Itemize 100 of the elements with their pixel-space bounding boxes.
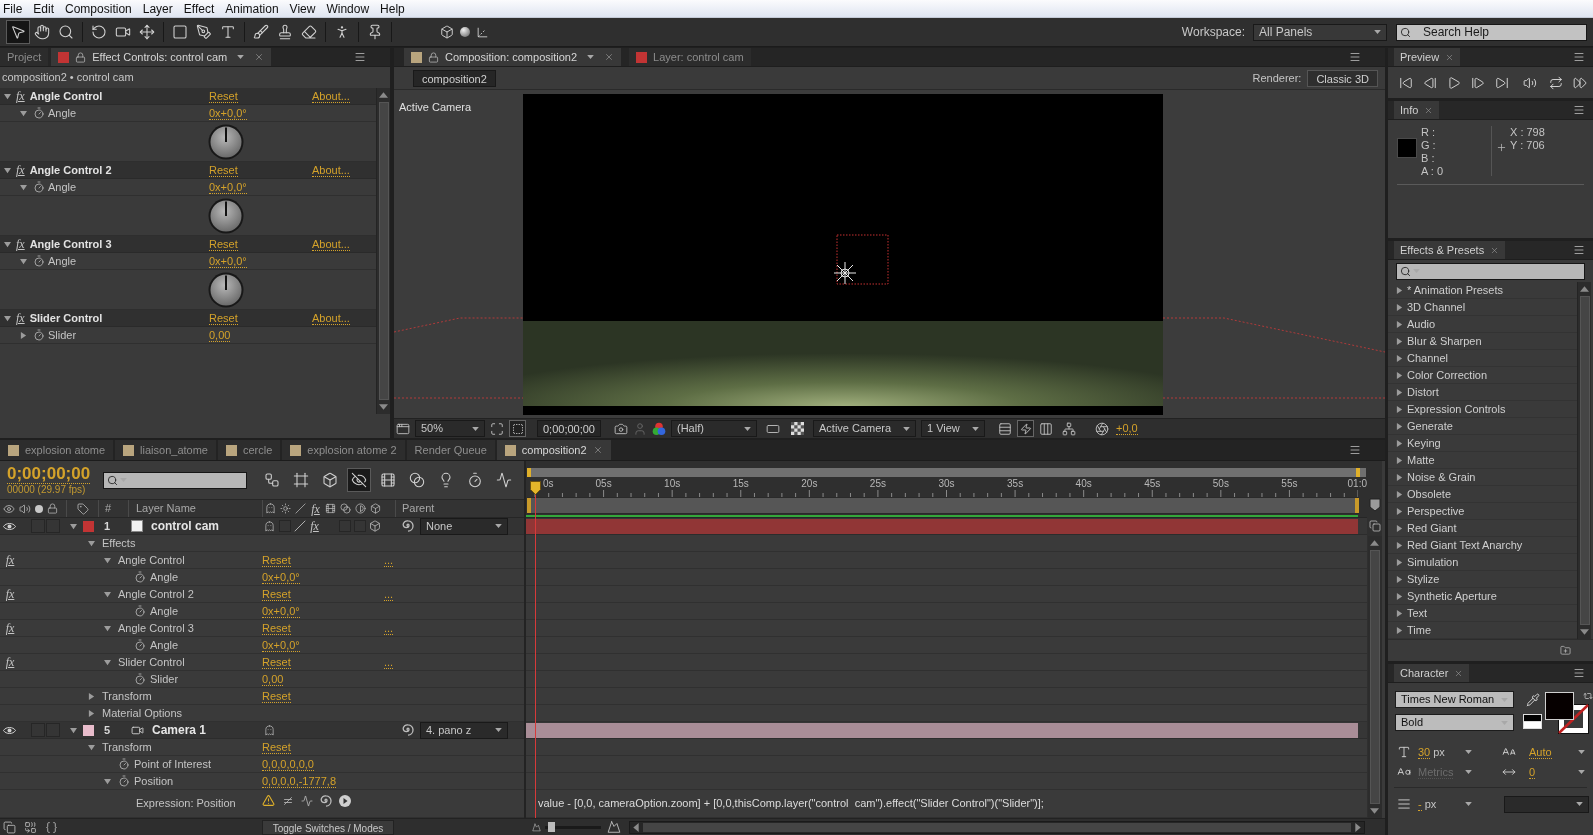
composition-tab[interactable]: cercle	[218, 440, 281, 460]
disclosure-triangle-icon[interactable]	[88, 743, 95, 751]
property-value[interactable]: 0x+0,0°	[262, 604, 300, 618]
stopwatch-icon[interactable]	[33, 181, 45, 193]
panel-menu-icon[interactable]	[1573, 104, 1585, 116]
reset-link[interactable]: Reset	[209, 311, 238, 325]
panel-tab[interactable]: Layer: control cam	[629, 48, 751, 66]
resolution-dropdown[interactable]: (Half)	[671, 420, 757, 437]
small-mountain-icon[interactable]	[532, 822, 541, 832]
reset-link[interactable]: Reset	[209, 163, 238, 177]
angle-dial[interactable]	[208, 271, 244, 308]
layer-search-field[interactable]	[103, 471, 247, 489]
composition-tab[interactable]: composition2	[496, 440, 611, 460]
search-icon[interactable]	[107, 474, 118, 486]
step-back-icon[interactable]	[1423, 75, 1437, 90]
panel-menu-icon[interactable]	[1573, 51, 1585, 63]
effect-category-item[interactable]: Matte	[1388, 452, 1577, 469]
disclosure-triangle-icon[interactable]	[104, 590, 111, 598]
close-icon[interactable]	[1454, 668, 1464, 678]
scroll-thumb[interactable]	[378, 102, 389, 400]
disclosure-triangle-icon[interactable]	[1396, 592, 1403, 600]
font-size-icon[interactable]	[1397, 745, 1411, 759]
lock-icon[interactable]	[47, 503, 58, 514]
parameter-value[interactable]: 0,00	[209, 328, 231, 342]
frame-corners-icon[interactable]	[490, 421, 504, 436]
half-circle-icon[interactable]	[355, 503, 366, 514]
effect-switch[interactable]: fx	[16, 238, 25, 250]
menu-item[interactable]: File	[3, 0, 23, 18]
step-forward-icon[interactable]	[1471, 75, 1485, 90]
menu-item[interactable]: Help	[380, 0, 405, 18]
disclosure-triangle-icon[interactable]	[104, 556, 111, 564]
effect-category-item[interactable]: Generate	[1388, 418, 1577, 435]
effect-switch[interactable]: fx	[16, 90, 25, 102]
about-link[interactable]: About...	[312, 89, 350, 103]
reset-link[interactable]: Reset	[262, 740, 291, 754]
large-mountain-icon[interactable]	[607, 820, 621, 834]
panel-menu-icon[interactable]	[354, 51, 366, 63]
vertical-scrollbar[interactable]	[376, 88, 390, 414]
eyedropper-icon[interactable]	[1525, 693, 1540, 707]
scroll-thumb[interactable]	[1579, 296, 1590, 625]
stroke-width-icon[interactable]	[1397, 797, 1411, 811]
stopwatch-icon[interactable]	[118, 758, 130, 770]
copy-icon[interactable]	[3, 820, 16, 834]
more-options-link[interactable]: ...	[384, 655, 394, 669]
pick-whip-icon[interactable]	[402, 724, 414, 736]
navigator-start-handle-icon[interactable]	[527, 468, 531, 477]
stopwatch-icon[interactable]	[134, 605, 146, 617]
pick-whip-icon[interactable]	[320, 794, 332, 807]
angle-dial[interactable]	[208, 123, 244, 160]
columns-icon[interactable]	[1039, 421, 1053, 436]
effect-category-item[interactable]: Time	[1388, 622, 1577, 639]
disclosure-triangle-icon[interactable]	[1396, 575, 1403, 583]
composition-tab[interactable]: Render Queue	[406, 440, 495, 460]
disclosure-triangle-icon[interactable]	[1396, 439, 1403, 447]
effect-category-item[interactable]: Text	[1388, 605, 1577, 622]
panel-menu-icon[interactable]	[1573, 667, 1585, 679]
disclosure-triangle-icon[interactable]	[1396, 456, 1403, 464]
effect-category-item[interactable]: Color Correction	[1388, 367, 1577, 384]
sphere-icon[interactable]	[460, 27, 470, 37]
composition-name-button[interactable]: composition2	[413, 69, 496, 87]
disclosure-triangle-icon[interactable]	[88, 539, 95, 547]
speaker-icon[interactable]	[19, 502, 31, 515]
current-timecode[interactable]: 0;00;00;00	[7, 464, 91, 484]
effects-search-field[interactable]	[1396, 262, 1585, 280]
composition-tab[interactable]: liaison_atome	[115, 440, 216, 460]
disclosure-triangle-icon[interactable]	[1396, 609, 1403, 617]
effect-category-item[interactable]: Obsolete	[1388, 486, 1577, 503]
not-equal-icon[interactable]	[282, 794, 294, 807]
scroll-thumb[interactable]	[643, 822, 1351, 832]
close-icon[interactable]	[604, 52, 615, 62]
stopwatch-icon[interactable]	[134, 639, 146, 651]
play-icon[interactable]	[1447, 75, 1461, 90]
aperture-icon[interactable]	[1095, 421, 1109, 436]
flowchart-icon[interactable]	[1062, 421, 1076, 436]
lock-icon[interactable]	[75, 51, 87, 63]
reset-link[interactable]: Reset	[262, 689, 291, 703]
effect-category-item[interactable]: Expression Controls	[1388, 401, 1577, 418]
timecode-field[interactable]: 0;00;00;00	[537, 420, 601, 437]
effect-category-item[interactable]: Noise & Grain	[1388, 469, 1577, 486]
panel-tab[interactable]: Preview	[1394, 48, 1461, 66]
disclosure-triangle-icon[interactable]	[1396, 473, 1403, 481]
disclosure-triangle-icon[interactable]	[70, 522, 77, 530]
speaker-icon[interactable]	[1523, 75, 1537, 90]
film-strip-icon[interactable]	[325, 503, 336, 514]
disclosure-triangle-icon[interactable]	[1396, 558, 1403, 566]
cube-icon[interactable]	[368, 520, 381, 532]
layer-duration-bar[interactable]	[526, 722, 1358, 738]
panel-tab[interactable]: Project	[0, 48, 49, 66]
search-icon[interactable]	[1400, 26, 1411, 38]
more-options-link[interactable]: ...	[384, 553, 394, 567]
close-icon[interactable]	[254, 52, 265, 62]
stopwatch-icon[interactable]	[33, 107, 45, 119]
window-icon[interactable]	[396, 421, 410, 436]
camera-icon[interactable]	[614, 421, 628, 436]
renderer-button[interactable]: Classic 3D	[1307, 69, 1378, 87]
disclosure-triangle-icon[interactable]	[1396, 320, 1403, 328]
effect-switch[interactable]: fx	[16, 164, 25, 176]
work-area-start-handle-icon[interactable]	[527, 498, 531, 513]
menu-item[interactable]: Animation	[225, 0, 279, 18]
view-layout-dropdown[interactable]: 1 View	[921, 420, 985, 437]
